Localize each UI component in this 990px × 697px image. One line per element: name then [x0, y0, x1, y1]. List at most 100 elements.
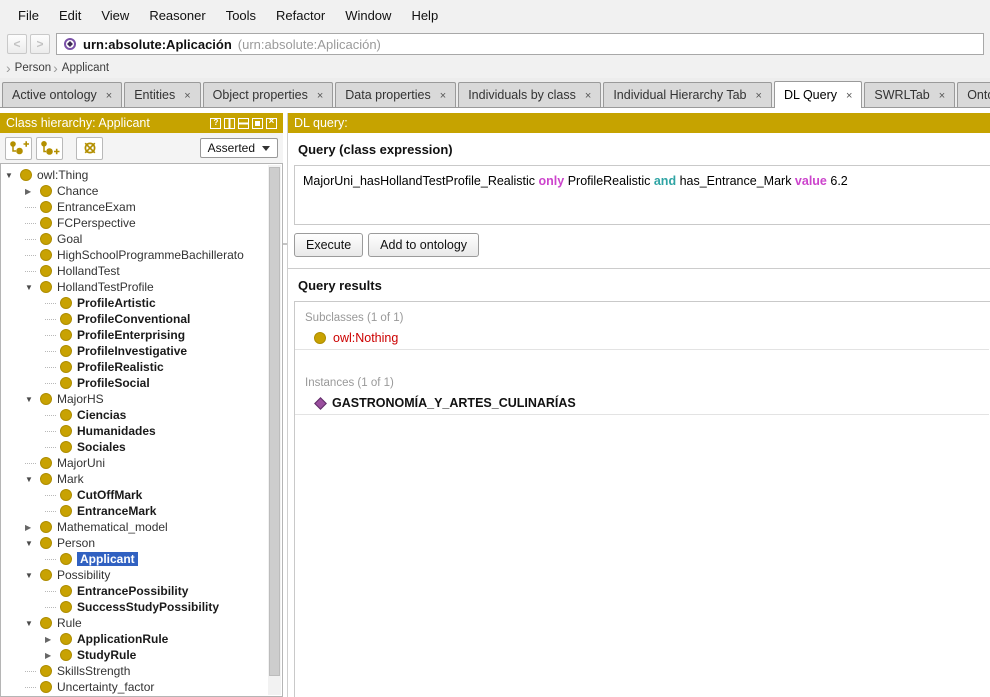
tab[interactable]: Individuals by class [458, 82, 601, 107]
expand-arrow-icon[interactable] [45, 367, 60, 368]
forward-button[interactable] [30, 34, 50, 54]
tree-row[interactable]: EntranceMark [1, 503, 267, 519]
menu-item[interactable]: File [8, 8, 49, 23]
execute-button[interactable]: Execute [294, 233, 363, 257]
tree-row[interactable]: ProfileEnterprising [1, 327, 267, 343]
tab-close-icon[interactable] [97, 88, 112, 102]
tree-row[interactable]: ProfileInvestigative [1, 343, 267, 359]
tab-close-icon[interactable] [175, 88, 190, 102]
tree-row[interactable]: MajorUni [1, 455, 267, 471]
expand-arrow-icon[interactable] [25, 255, 40, 256]
tree-scrollbar-thumb[interactable] [269, 167, 280, 676]
expand-arrow-icon[interactable] [45, 415, 60, 416]
maximize-icon[interactable] [252, 118, 263, 129]
expand-arrow-icon[interactable] [45, 651, 60, 660]
menu-item[interactable]: Help [401, 8, 448, 23]
expand-arrow-icon[interactable] [25, 223, 40, 224]
menu-item[interactable]: Tools [216, 8, 266, 23]
expand-arrow-icon[interactable] [45, 447, 60, 448]
expand-arrow-icon[interactable] [5, 171, 20, 180]
close-icon[interactable] [266, 118, 277, 129]
tree-row[interactable]: Person [1, 535, 267, 551]
hierarchy-mode-dropdown[interactable]: Asserted [200, 138, 278, 158]
tree-row[interactable]: CutOffMark [1, 487, 267, 503]
tree-row[interactable]: ProfileRealistic [1, 359, 267, 375]
expand-arrow-icon[interactable] [45, 559, 60, 560]
tree-row[interactable]: ApplicationRule [1, 631, 267, 647]
panel-splitter[interactable] [283, 113, 287, 697]
expand-arrow-icon[interactable] [45, 511, 60, 512]
back-button[interactable] [7, 34, 27, 54]
tree-row[interactable]: Chance [1, 183, 267, 199]
tree-row[interactable]: Mathematical_model [1, 519, 267, 535]
expand-arrow-icon[interactable] [45, 431, 60, 432]
tab-close-icon[interactable] [747, 88, 762, 102]
expand-arrow-icon[interactable] [25, 283, 40, 292]
menu-item[interactable]: Refactor [266, 8, 335, 23]
expand-arrow-icon[interactable] [45, 319, 60, 320]
tab[interactable]: OntoGraf [957, 82, 990, 107]
tree-row[interactable]: ProfileSocial [1, 375, 267, 391]
instance-result-row[interactable]: GASTRONOMÍA_Y_ARTES_CULINARÍAS [295, 392, 989, 415]
add-sibling-class-button[interactable] [36, 137, 63, 160]
tree-row[interactable]: Mark [1, 471, 267, 487]
tree-row[interactable]: Rule [1, 615, 267, 631]
add-to-ontology-button[interactable]: Add to ontology [368, 233, 479, 257]
menu-item[interactable]: View [91, 8, 139, 23]
tab-close-icon[interactable] [837, 88, 852, 102]
ontology-address-field[interactable]: urn:absolute:Aplicación (urn:absolute:Ap… [56, 33, 984, 55]
expand-arrow-icon[interactable] [25, 571, 40, 580]
breadcrumb-item[interactable]: Person [4, 60, 51, 76]
menu-item[interactable]: Window [335, 8, 401, 23]
expand-arrow-icon[interactable] [25, 687, 40, 688]
expand-arrow-icon[interactable] [25, 187, 40, 196]
tree-row[interactable]: Goal [1, 231, 267, 247]
tree-row[interactable]: HollandTestProfile [1, 279, 267, 295]
help-icon[interactable] [210, 118, 221, 129]
tab[interactable]: Data properties [335, 82, 456, 107]
query-expression-input[interactable]: MajorUni_hasHollandTestProfile_Realistic… [294, 165, 990, 225]
tree-row[interactable]: EntrancePossibility [1, 583, 267, 599]
expand-arrow-icon[interactable] [25, 463, 40, 464]
add-subclass-button[interactable] [5, 137, 32, 160]
tab[interactable]: SWRLTab [864, 82, 955, 107]
breadcrumb-item[interactable]: Applicant [51, 60, 109, 76]
tree-row[interactable]: Uncertainty_factor [1, 679, 267, 695]
tab[interactable]: DL Query [774, 81, 862, 108]
subclass-result-row[interactable]: owl:Nothing [295, 327, 989, 350]
expand-arrow-icon[interactable] [25, 619, 40, 628]
tab[interactable]: Active ontology [2, 82, 122, 107]
tree-row[interactable]: EntranceExam [1, 199, 267, 215]
expand-arrow-icon[interactable] [25, 475, 40, 484]
tree-row[interactable]: SkillsStrength [1, 663, 267, 679]
expand-arrow-icon[interactable] [25, 207, 40, 208]
split-view-icon[interactable] [224, 118, 235, 129]
expand-arrow-icon[interactable] [45, 635, 60, 644]
tree-row[interactable]: Ciencias [1, 407, 267, 423]
tree-row[interactable]: MajorHS [1, 391, 267, 407]
tree-row[interactable]: HollandTest [1, 263, 267, 279]
tree-row[interactable]: Possibility [1, 567, 267, 583]
expand-arrow-icon[interactable] [45, 495, 60, 496]
tree-row[interactable]: ProfileConventional [1, 311, 267, 327]
tree-row[interactable] [1, 695, 267, 696]
expand-arrow-icon[interactable] [45, 351, 60, 352]
expand-arrow-icon[interactable] [25, 539, 40, 548]
tab[interactable]: Object properties [203, 82, 334, 107]
expand-arrow-icon[interactable] [25, 523, 40, 532]
horizontal-split-icon[interactable] [238, 118, 249, 129]
menu-item[interactable]: Edit [49, 8, 91, 23]
expand-arrow-icon[interactable] [25, 671, 40, 672]
expand-arrow-icon[interactable] [45, 607, 60, 608]
tree-scrollbar[interactable] [268, 165, 281, 695]
tree-row[interactable]: ProfileArtistic [1, 295, 267, 311]
tree-row[interactable]: FCPerspective [1, 215, 267, 231]
expand-arrow-icon[interactable] [25, 271, 40, 272]
tab-close-icon[interactable] [576, 88, 591, 102]
expand-arrow-icon[interactable] [45, 383, 60, 384]
tree-row[interactable]: StudyRule [1, 647, 267, 663]
tree-row[interactable]: Sociales [1, 439, 267, 455]
tree-row[interactable]: HighSchoolProgrammeBachillerato [1, 247, 267, 263]
tree-row[interactable]: Applicant [1, 551, 267, 567]
expand-arrow-icon[interactable] [25, 239, 40, 240]
